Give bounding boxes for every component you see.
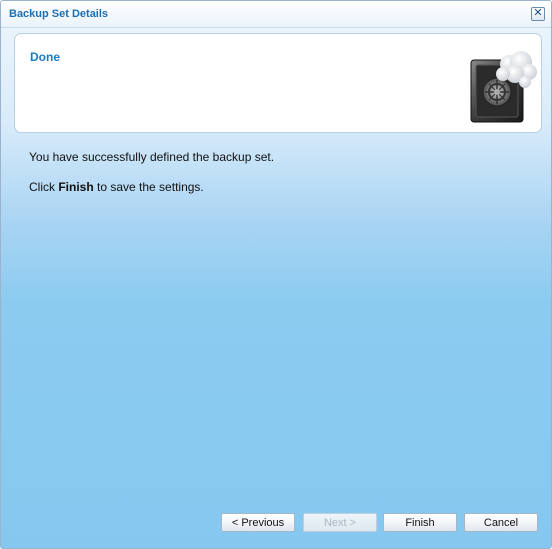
instruction-message: Click Finish to save the settings. bbox=[29, 180, 529, 194]
finish-button[interactable]: Finish bbox=[383, 513, 457, 532]
instruction-prefix: Click bbox=[29, 180, 59, 194]
dialog-content: You have successfully defined the backup… bbox=[29, 150, 529, 210]
instruction-suffix: to save the settings. bbox=[93, 180, 204, 194]
header-title: Done bbox=[30, 50, 60, 64]
previous-button[interactable]: < Previous bbox=[221, 513, 295, 532]
dialog-title: Backup Set Details bbox=[9, 8, 109, 20]
success-message: You have successfully defined the backup… bbox=[29, 150, 275, 164]
cancel-button[interactable]: Cancel bbox=[464, 513, 538, 532]
close-button[interactable]: ✕ bbox=[531, 7, 545, 21]
next-button[interactable]: Next > bbox=[303, 513, 377, 532]
instruction-finish-word: Finish bbox=[58, 180, 94, 194]
backup-set-details-dialog: Backup Set Details ✕ Done You have succe… bbox=[0, 0, 552, 549]
dialog-titlebar: Backup Set Details ✕ bbox=[1, 1, 551, 28]
close-icon: ✕ bbox=[533, 7, 543, 19]
header-panel: Done bbox=[14, 33, 542, 133]
cloud-safe-icon bbox=[470, 51, 537, 123]
